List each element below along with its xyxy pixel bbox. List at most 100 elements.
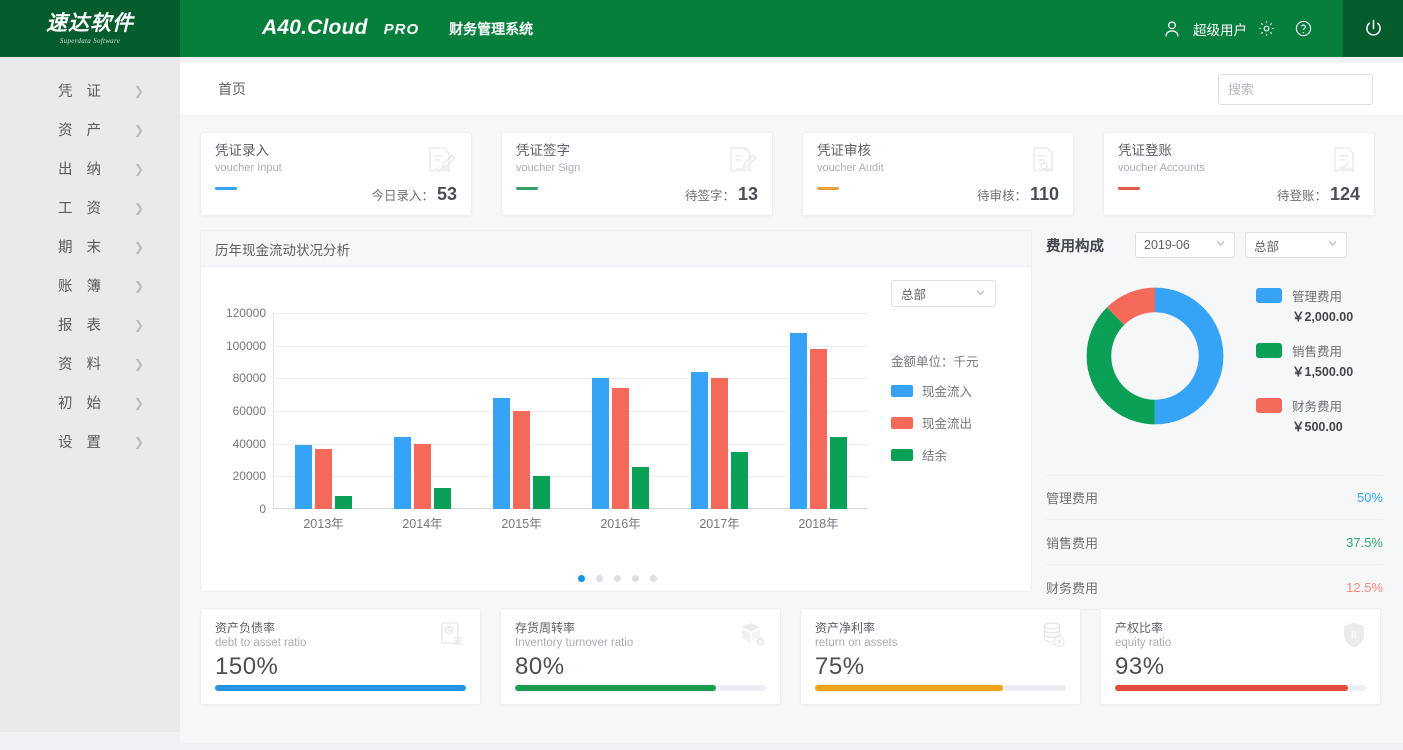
brand-product: A40.Cloud	[262, 16, 368, 40]
bar-outflow	[414, 444, 431, 509]
sidebar-item-reports[interactable]: 报 表 ❯	[0, 305, 180, 344]
expense-department-value: 总部	[1254, 236, 1279, 255]
chart-department-select[interactable]: 总部	[891, 280, 996, 307]
kpi-card-voucher-accounts[interactable]: 凭证登账 voucher Accounts 待登账：124	[1103, 132, 1375, 216]
sidebar-item-assets[interactable]: 资 产 ❯	[0, 110, 180, 149]
search-input[interactable]	[1228, 82, 1403, 97]
y-tick: 80000	[233, 371, 266, 385]
ratio-card-return-on-assets[interactable]: 资产净利率 return on assets 75%	[800, 608, 1081, 705]
sidebar-item-label: 工 资	[58, 197, 106, 218]
bar-inflow	[691, 372, 708, 509]
expense-period-select[interactable]: 2019-06	[1135, 232, 1235, 258]
bar-inflow	[790, 333, 807, 509]
bar-inflow	[493, 398, 510, 509]
kpi-metric: 待签字：13	[685, 184, 758, 205]
y-axis-labels: 120000 100000 80000 60000 40000 20000 0	[211, 313, 266, 509]
bar-outflow	[810, 349, 827, 509]
gear-icon[interactable]	[1257, 19, 1276, 38]
user-icon[interactable]	[1161, 18, 1183, 40]
chart-header: 历年现金流动状况分析	[201, 231, 1031, 267]
sidebar-item-voucher[interactable]: 凭 证 ❯	[0, 71, 180, 110]
sidebar-item-settings[interactable]: 设 置 ❯	[0, 422, 180, 461]
chevron-right-icon: ❯	[134, 318, 144, 332]
sidebar-item-period-end[interactable]: 期 末 ❯	[0, 227, 180, 266]
kpi-accent-bar	[1118, 187, 1140, 190]
expense-header: 费用构成 2019-06 总部	[1046, 230, 1383, 260]
bar-chart: 120000 100000 80000 60000 40000 20000 0	[201, 313, 1033, 543]
search-box[interactable]	[1218, 74, 1373, 105]
legend-label: 结余	[922, 445, 947, 464]
bar-group-2015: 2015年	[472, 313, 571, 509]
expense-percent-name: 财务费用	[1046, 578, 1098, 597]
sidebar-item-initial[interactable]: 初 始 ❯	[0, 383, 180, 422]
x-tick: 2017年	[670, 513, 769, 532]
kpi-card-row: 凭证录入 voucher Input 今日录入：53 凭证签字 voucher …	[200, 132, 1383, 216]
bar-balance	[731, 452, 748, 509]
bar-groups: 2013年 2014年 2015年	[274, 313, 868, 509]
ratio-title: 产权比率	[1115, 619, 1366, 636]
chevron-right-icon: ❯	[134, 279, 144, 293]
sidebar-item-salary[interactable]: 工 资 ❯	[0, 188, 180, 227]
legend-item-outflow[interactable]: 现金流出	[891, 413, 1026, 432]
ratio-card-equity-ratio[interactable]: 产权比率 equity ratio 93% R	[1100, 608, 1381, 705]
carousel-dot-3[interactable]	[614, 575, 621, 582]
box-gear-icon	[739, 621, 766, 653]
kpi-metric-value: 124	[1330, 184, 1360, 204]
ratio-card-debt-to-asset[interactable]: 资产负债率 debt to asset ratio 150%	[200, 608, 481, 705]
chevron-right-icon: ❯	[134, 240, 144, 254]
donut-legend-item-management[interactable]: 管理费用 ￥2,000.00	[1256, 288, 1353, 326]
chevron-right-icon: ❯	[134, 396, 144, 410]
kpi-metric-label: 今日录入：	[371, 189, 434, 203]
legend-item-balance[interactable]: 结余	[891, 445, 1026, 464]
kpi-metric: 待登账：124	[1277, 184, 1360, 205]
donut-legend-item-finance[interactable]: 财务费用 ￥500.00	[1256, 398, 1353, 436]
expense-department-select[interactable]: 总部	[1245, 232, 1347, 258]
sidebar: 凭 证 ❯ 资 产 ❯ 出 纳 ❯ 工 资 ❯ 期 末 ❯ 账 簿 ❯ 报 表 …	[0, 57, 180, 732]
sidebar-item-label: 期 末	[58, 236, 106, 257]
bar-group-2017: 2017年	[670, 313, 769, 509]
y-tick: 0	[259, 502, 266, 516]
chevron-right-icon: ❯	[134, 357, 144, 371]
y-tick: 60000	[233, 404, 266, 418]
sidebar-item-cashier[interactable]: 出 纳 ❯	[0, 149, 180, 188]
y-tick: 100000	[226, 339, 266, 353]
ratio-card-inventory-turnover[interactable]: 存货周转率 Inventory turnover ratio 80%	[500, 608, 781, 705]
sidebar-item-label: 报 表	[58, 314, 106, 335]
kpi-accent-bar	[516, 187, 538, 190]
expense-percent-value: 12.5%	[1346, 580, 1383, 595]
x-tick: 2018年	[769, 513, 868, 532]
chevron-down-icon	[1215, 238, 1226, 252]
help-icon[interactable]	[1294, 19, 1313, 38]
header-actions: 超级用户	[1161, 0, 1403, 57]
shield-r-icon: R	[1342, 621, 1366, 654]
kpi-metric: 待审核：110	[977, 184, 1059, 205]
carousel-dot-1[interactable]	[578, 575, 585, 582]
donut-legend-item-sales[interactable]: 销售费用 ￥1,500.00	[1256, 343, 1353, 381]
kpi-card-voucher-sign[interactable]: 凭证签字 voucher Sign 待签字：13	[501, 132, 773, 216]
expense-percent-value: 50%	[1357, 490, 1383, 505]
bar-group-2014: 2014年	[373, 313, 472, 509]
y-tick: 120000	[226, 306, 266, 320]
kpi-card-voucher-audit[interactable]: 凭证审核 voucher Audit 待审核：110	[802, 132, 1074, 216]
sidebar-item-label: 凭 证	[58, 80, 106, 101]
sidebar-item-data[interactable]: 资 料 ❯	[0, 344, 180, 383]
ratio-card-row: 资产负债率 debt to asset ratio 150% 存货周转率 Inv…	[200, 608, 1383, 705]
logo[interactable]: 速达软件 Superdata Software	[0, 0, 180, 57]
kpi-metric-value: 13	[738, 184, 758, 204]
sidebar-item-ledger[interactable]: 账 簿 ❯	[0, 266, 180, 305]
carousel-dot-2[interactable]	[596, 575, 603, 582]
kpi-subtitle: voucher Audit	[817, 162, 1059, 174]
power-icon[interactable]	[1343, 0, 1403, 57]
y-tick: 40000	[233, 437, 266, 451]
kpi-card-voucher-input[interactable]: 凭证录入 voucher Input 今日录入：53	[200, 132, 472, 216]
legend-item-inflow[interactable]: 现金流入	[891, 381, 1026, 400]
legend-label: 现金流出	[922, 413, 972, 432]
carousel-dot-5[interactable]	[650, 575, 657, 582]
legend-label: 现金流入	[922, 381, 972, 400]
donut-slice-finance	[1099, 300, 1211, 412]
ratio-progress-track	[1115, 685, 1366, 691]
logo-text-cn: 速达软件	[46, 13, 134, 34]
content-panel: 首页 凭证录入 voucher Input 今日录入：53	[180, 63, 1403, 743]
breadcrumb[interactable]: 首页	[218, 79, 246, 99]
carousel-dot-4[interactable]	[632, 575, 639, 582]
